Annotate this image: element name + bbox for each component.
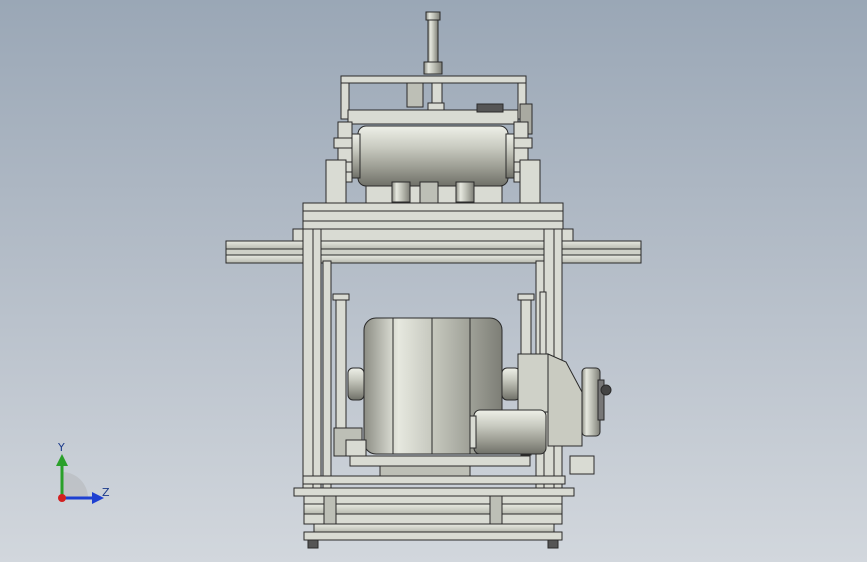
y-axis-arrowhead [56,454,68,466]
top-spindle [423,11,443,75]
coordinate-triad: Y Z [56,441,110,504]
origin-marker [58,494,66,502]
top-plate [340,75,533,135]
cad-viewport[interactable]: Y Z [0,0,867,562]
lower-roller [469,409,547,455]
upper-roller [351,125,515,187]
base-rails [303,495,563,549]
left-clamp [333,427,367,457]
y-axis-label: Y [57,441,65,454]
cross-beam [225,240,642,264]
z-axis-label: Z [102,486,110,499]
upper-frame [292,202,574,242]
machine-assembly-model[interactable] [0,0,867,562]
